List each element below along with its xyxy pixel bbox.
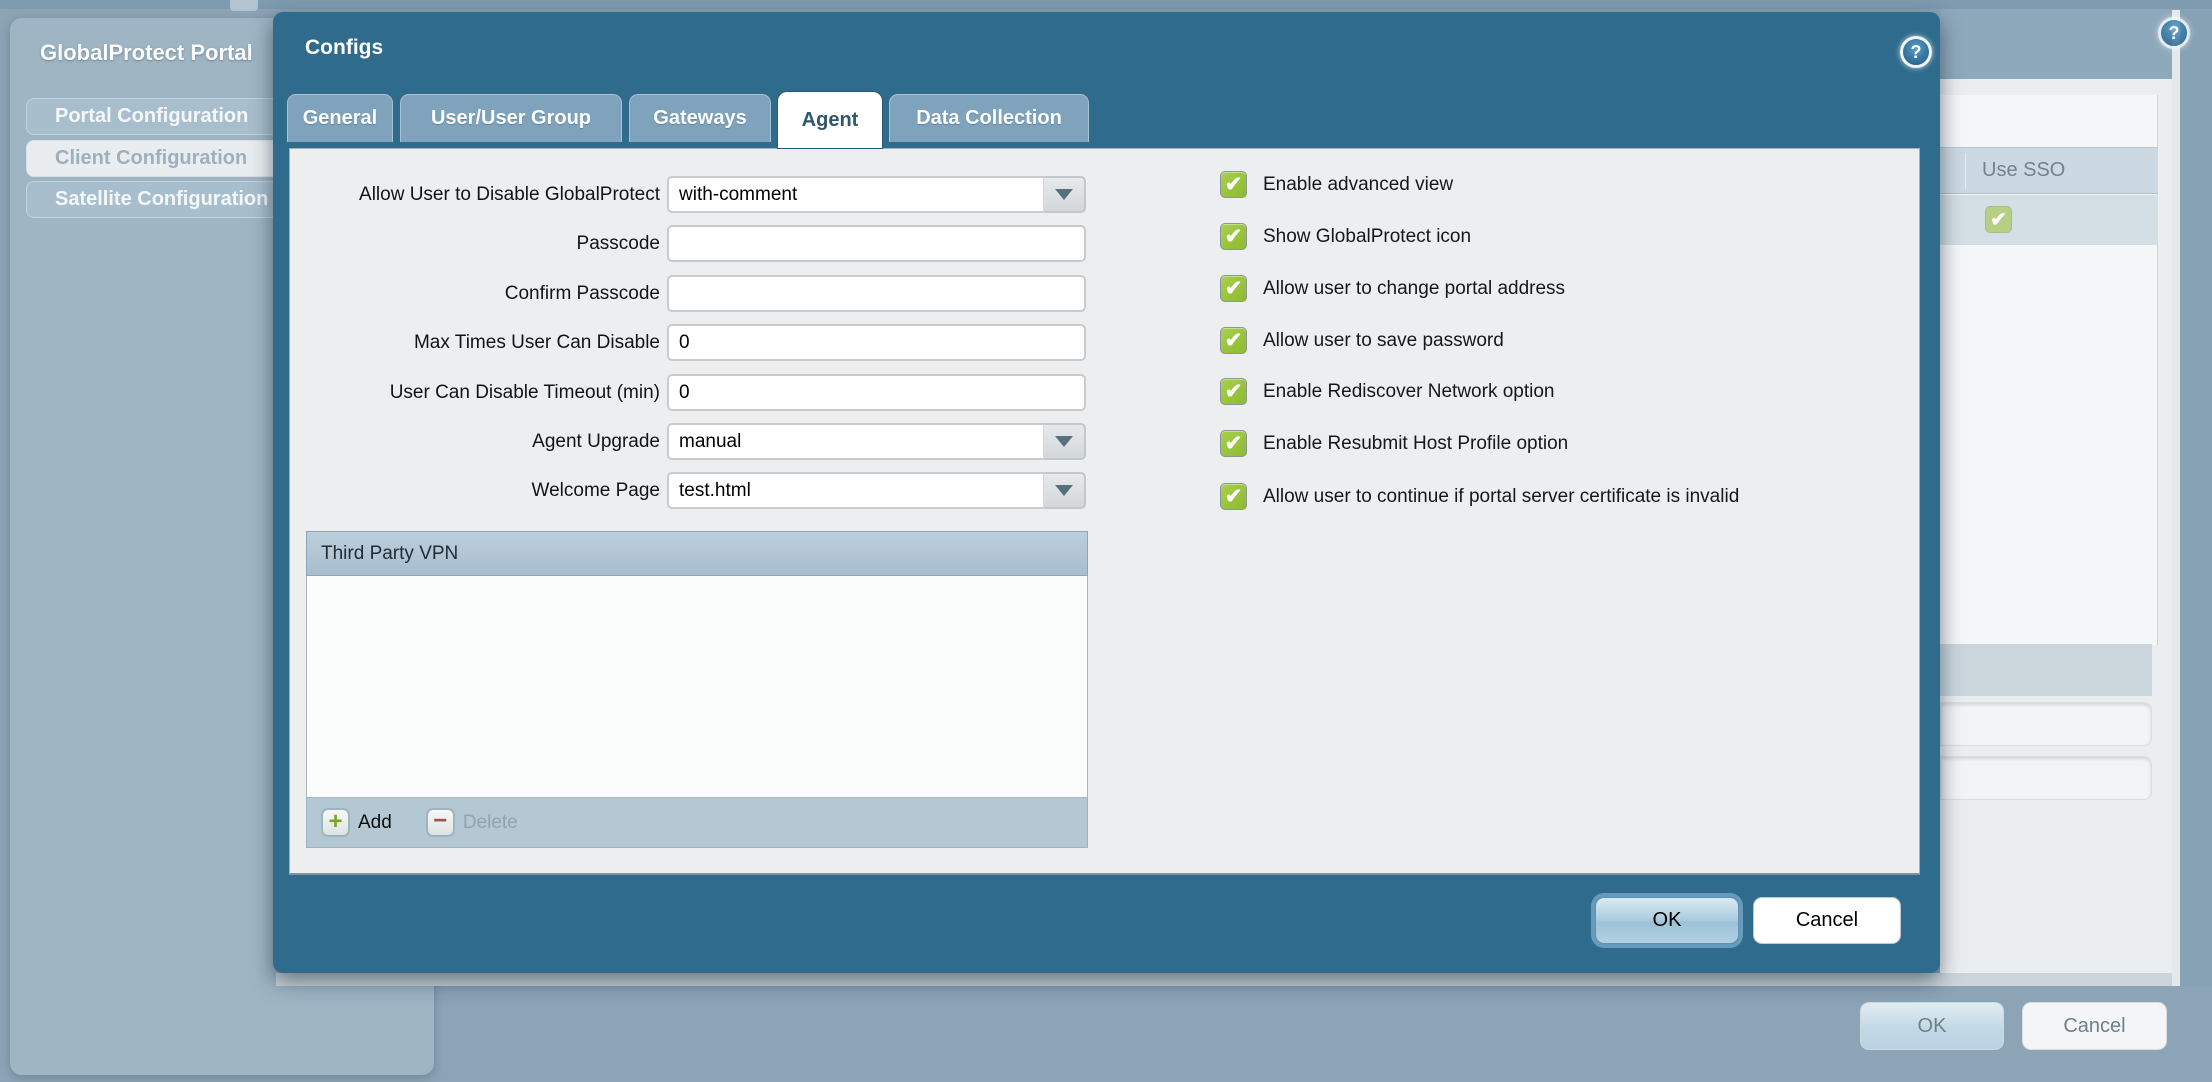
help-icon[interactable]: ? [1900,36,1932,68]
field-label: Agent Upgrade [290,431,660,453]
field-label: User Can Disable Timeout (min) [290,382,660,404]
sidebar-item-label: Client Configuration [55,147,247,170]
tab-label: Gateways [653,107,746,130]
max-times-user-can-disable-field[interactable] [667,324,1086,361]
background-right-band [2180,9,2212,986]
sidebar-item-label: Satellite Configuration [55,188,268,211]
tab-agent[interactable]: Agent [778,92,882,148]
enable-resubmit-host-profile-checkbox[interactable]: ✔ [1220,430,1247,457]
page-title: GlobalProtect Portal [40,40,253,66]
field-label: Passcode [290,233,660,255]
field-label: Welcome Page [290,480,660,502]
dialog-title: Configs [305,36,383,60]
plus-icon: + [321,808,350,837]
column-separator [1965,153,1966,189]
enable-advanced-view-checkbox[interactable]: ✔ [1220,171,1247,198]
background-section-band [1940,644,2152,696]
add-button-label: Add [358,812,392,834]
background-ok-button[interactable]: OK [1860,1002,2004,1050]
third-party-vpn-table-body[interactable] [306,576,1088,798]
tab-label: User/User Group [431,107,591,130]
user-can-disable-timeout-field[interactable] [667,374,1086,411]
checkbox-label: Enable Rediscover Network option [1263,381,1555,403]
ok-button[interactable]: OK [1595,897,1739,944]
background-table-header: Use SSO [1940,147,2158,194]
passcode-field[interactable] [667,225,1086,262]
use-sso-column-header: Use SSO [1982,159,2065,182]
page-top-strip [0,0,2212,9]
configs-dialog: Configs ? General User/User Group Gatewa… [273,12,1940,973]
add-button[interactable]: + Add [321,808,392,837]
show-globalprotect-icon-checkbox[interactable]: ✔ [1220,223,1247,250]
checkbox-label: Allow user to save password [1263,330,1504,352]
background-table-row [1940,195,2158,245]
third-party-vpn-toolbar: + Add − Delete [306,798,1088,848]
tab-label: Agent [802,109,859,132]
checkbox-label: Show GlobalProtect icon [1263,226,1471,248]
minus-icon: − [426,808,455,837]
tab-label: Data Collection [916,107,1062,130]
confirm-passcode-field[interactable] [667,275,1086,312]
welcome-page-select[interactable] [667,472,1044,509]
field-label: Confirm Passcode [290,283,660,305]
delete-button[interactable]: − Delete [426,808,518,837]
page-top-notch [230,0,258,11]
tab-label: General [303,107,377,130]
allow-save-password-checkbox[interactable]: ✔ [1220,327,1247,354]
tab-gateways[interactable]: Gateways [629,94,771,142]
background-right-edge [2172,10,2180,986]
tab-general[interactable]: General [287,94,393,142]
tab-data-collection[interactable]: Data Collection [889,94,1089,142]
field-label: Max Times User Can Disable [290,332,660,354]
use-sso-checkbox[interactable]: ✔ [1985,206,2012,233]
tab-user-user-group[interactable]: User/User Group [400,94,622,142]
third-party-vpn-column-header: Third Party VPN [306,531,1088,576]
background-bottom-strip [276,973,2172,986]
agent-upgrade-select[interactable] [667,423,1044,460]
background-input-field[interactable] [1940,756,2152,800]
delete-button-label: Delete [463,812,518,834]
help-icon[interactable]: ? [2158,17,2190,49]
third-party-vpn-table: Third Party VPN + Add − Delete [306,531,1088,848]
allow-user-to-disable-globalprotect-select[interactable] [667,176,1044,213]
agent-tab-panel: Allow User to Disable GlobalProtect Pass… [289,148,1920,875]
dropdown-arrow-icon[interactable] [1044,472,1086,509]
allow-continue-invalid-certificate-checkbox[interactable]: ✔ [1220,483,1247,510]
sidebar-item-label: Portal Configuration [55,105,248,128]
checkbox-label: Allow user to continue if portal server … [1263,486,1739,508]
enable-rediscover-network-checkbox[interactable]: ✔ [1220,378,1247,405]
dropdown-arrow-icon[interactable] [1044,176,1086,213]
field-label: Allow User to Disable GlobalProtect [290,184,660,206]
checkbox-label: Enable advanced view [1263,174,1453,196]
cancel-button[interactable]: Cancel [1753,897,1901,944]
background-window-titlebar [1940,9,2172,79]
background-input-field[interactable] [1940,702,2152,746]
dropdown-arrow-icon[interactable] [1044,423,1086,460]
allow-change-portal-address-checkbox[interactable]: ✔ [1220,275,1247,302]
checkbox-label: Enable Resubmit Host Profile option [1263,433,1568,455]
background-cancel-button[interactable]: Cancel [2022,1002,2167,1050]
checkbox-label: Allow user to change portal address [1263,278,1565,300]
